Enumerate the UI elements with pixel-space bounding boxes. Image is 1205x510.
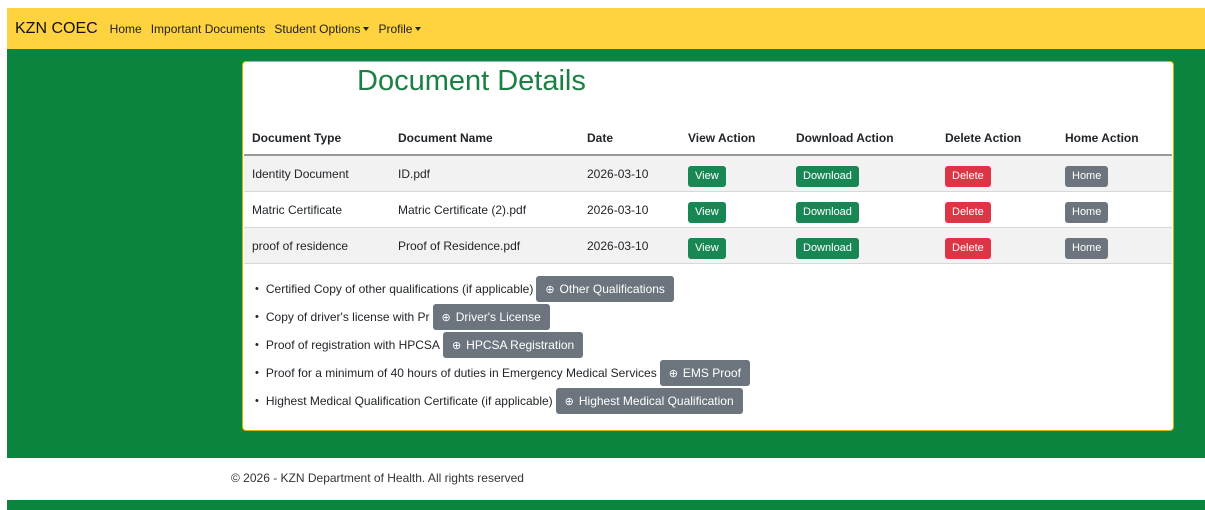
ems-proof-label: EMS Proof — [682, 366, 741, 380]
document-name-cell: ID.pdf — [390, 155, 579, 192]
plus-circle-icon: ⊕ — [668, 367, 678, 380]
list-item: Highest Medical Qualification Certificat… — [265, 387, 750, 415]
plus-circle-icon: ⊕ — [545, 283, 555, 296]
requirement-text: Copy of driver's license with Pr — [265, 310, 430, 324]
document-details-card: Document Details Document Type Document … — [242, 61, 1174, 431]
hpcsa-registration-button[interactable]: ⊕ HPCSA Registration — [442, 332, 584, 358]
nav-important-documents-label: Important Documents — [150, 21, 266, 36]
footer-copyright: © 2026 - KZN Department of Health. All r… — [231, 471, 524, 485]
column-header: Home Action — [1057, 122, 1172, 156]
download-button[interactable]: Download — [796, 165, 859, 187]
nav-profile-dropdown[interactable]: Profile — [378, 21, 422, 36]
nav-profile-label: Profile — [378, 21, 413, 36]
download-button[interactable]: Download — [796, 201, 859, 223]
view-button[interactable]: View — [688, 201, 726, 223]
requirement-text: Proof for a minimum of 40 hours of dutie… — [265, 366, 657, 380]
requirements-list: Certified Copy of other qualifications (… — [253, 275, 750, 415]
other-qualifications-button[interactable]: ⊕ Other Qualifications — [536, 276, 674, 302]
documents-table: Document Type Document Name Date View Ac… — [244, 122, 1172, 264]
requirement-text: Certified Copy of other qualifications (… — [265, 282, 534, 296]
main-green-section: Document Details Document Type Document … — [7, 49, 1205, 458]
document-type-cell: Matric Certificate — [244, 191, 390, 228]
nav-student-options-label: Student Options — [274, 21, 361, 36]
document-date-cell: 2026-03-10 — [579, 191, 680, 228]
caret-down-icon — [415, 26, 422, 31]
column-header: Delete Action — [937, 122, 1057, 156]
table-header-row: Document Type Document Name Date View Ac… — [244, 122, 1172, 156]
document-type-cell: Identity Document — [244, 155, 390, 192]
column-header: Download Action — [788, 122, 937, 156]
page-title: Document Details — [357, 65, 586, 97]
navbar-brand[interactable]: KZN COEC — [15, 20, 98, 38]
ems-proof-button[interactable]: ⊕ EMS Proof — [659, 360, 750, 386]
highest-medical-qualification-label: Highest Medical Qualification — [578, 394, 734, 408]
home-button[interactable]: Home — [1065, 201, 1109, 223]
drivers-license-button[interactable]: ⊕ Driver's License — [432, 304, 550, 330]
nav-important-documents-link[interactable]: Important Documents — [151, 22, 266, 36]
column-header: Document Type — [244, 122, 390, 156]
document-date-cell: 2026-03-10 — [579, 155, 680, 192]
plus-circle-icon: ⊕ — [564, 395, 574, 408]
other-qualifications-label: Other Qualifications — [559, 282, 665, 296]
nav-home-link[interactable]: Home — [110, 22, 142, 36]
nav-student-options-dropdown[interactable]: Student Options — [274, 21, 370, 36]
list-item: Certified Copy of other qualifications (… — [265, 275, 750, 303]
document-date-cell: 2026-03-10 — [579, 227, 680, 264]
document-name-cell: Matric Certificate (2).pdf — [390, 191, 579, 228]
plus-circle-icon: ⊕ — [441, 311, 451, 324]
nav-home-label: Home — [109, 21, 142, 36]
view-button[interactable]: View — [688, 165, 726, 187]
document-name-cell: Proof of Residence.pdf — [390, 227, 579, 264]
download-button[interactable]: Download — [796, 237, 859, 259]
column-header: Document Name — [390, 122, 579, 156]
requirement-text: Highest Medical Qualification Certificat… — [265, 394, 553, 408]
list-item: Proof of registration with HPCSA ⊕ HPCSA … — [265, 331, 750, 359]
table-row: proof of residence Proof of Residence.pd… — [244, 227, 1172, 264]
home-button[interactable]: Home — [1065, 165, 1109, 187]
column-header: Date — [579, 122, 680, 156]
top-navbar: KZN COEC Home Important Documents Studen… — [7, 8, 1205, 49]
document-type-cell: proof of residence — [244, 227, 390, 264]
table-row: Identity Document ID.pdf 2026-03-10 View… — [244, 155, 1172, 192]
caret-down-icon — [363, 26, 370, 31]
drivers-license-label: Driver's License — [455, 310, 541, 324]
bottom-green-strip — [7, 500, 1205, 510]
home-button[interactable]: Home — [1065, 237, 1109, 259]
list-item: Copy of driver's license with Pr ⊕ Driver… — [265, 303, 750, 331]
hpcsa-registration-label: HPCSA Registration — [466, 338, 575, 352]
highest-medical-qualification-button[interactable]: ⊕ Highest Medical Qualification — [555, 388, 743, 414]
app-frame: KZN COEC Home Important Documents Studen… — [7, 8, 1205, 510]
delete-button[interactable]: Delete — [945, 237, 991, 259]
page-footer: © 2026 - KZN Department of Health. All r… — [7, 458, 1205, 500]
view-button[interactable]: View — [688, 237, 726, 259]
column-header: View Action — [680, 122, 788, 156]
plus-circle-icon: ⊕ — [451, 339, 462, 352]
requirement-text: Proof of registration with HPCSA — [265, 338, 440, 352]
list-item: Proof for a minimum of 40 hours of dutie… — [265, 359, 750, 387]
table-row: Matric Certificate Matric Certificate (2… — [244, 191, 1172, 228]
delete-button[interactable]: Delete — [945, 165, 991, 187]
delete-button[interactable]: Delete — [945, 201, 991, 223]
